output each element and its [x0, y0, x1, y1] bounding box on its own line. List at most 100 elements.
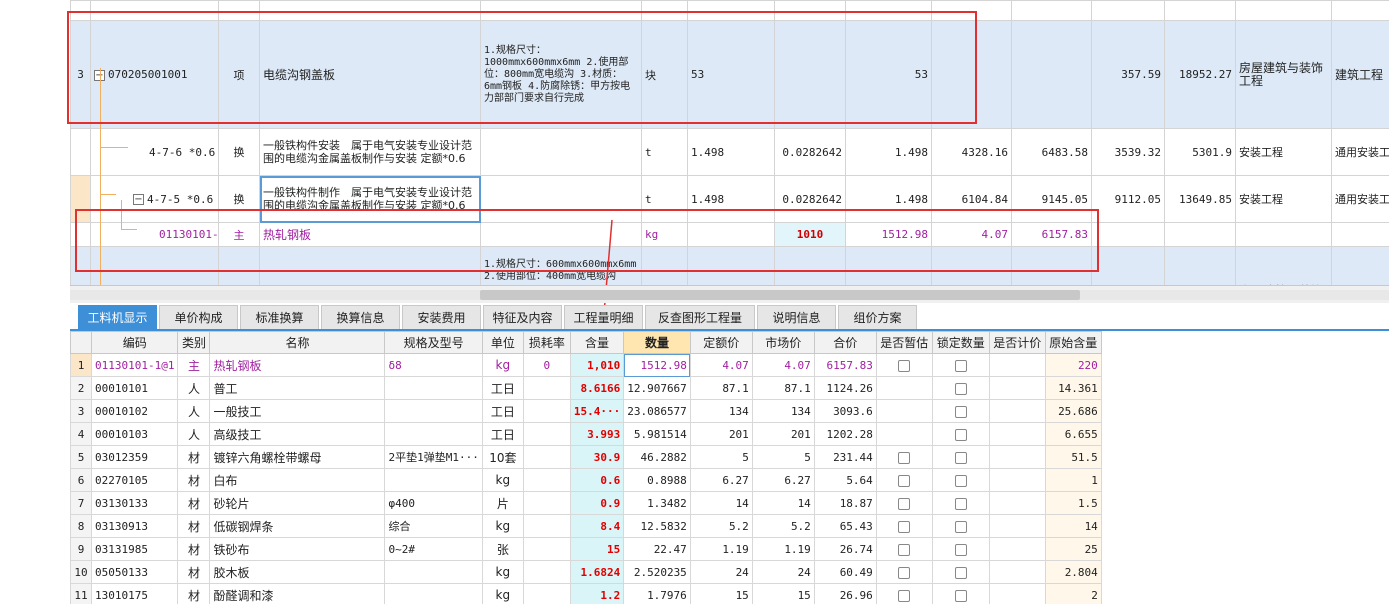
tab-labor-material[interactable]: 工料机显示	[78, 305, 157, 329]
table-row[interactable]: 1 01130101-1@1 主热轧钢板 δ8 kg 0 1,010 1512.98 4.07 4…	[70, 353, 1102, 377]
row-number[interactable]: 1	[70, 353, 92, 377]
name-cell[interactable]: 普工	[209, 376, 386, 400]
unit-cell[interactable]: kg	[481, 583, 524, 604]
base-price-cell[interactable]: 134	[689, 399, 753, 423]
lock-qty-checkbox[interactable]	[954, 405, 967, 418]
content-cell[interactable]: 15	[569, 537, 625, 561]
unit-cell[interactable]: 10套	[481, 445, 524, 469]
code-cell[interactable]: 03131985	[90, 537, 179, 561]
code-cell[interactable]: 00010103	[90, 422, 179, 446]
header-code[interactable]: 编码	[90, 331, 179, 354]
tab-pricing-plan[interactable]: 组价方案	[838, 305, 917, 329]
spec-cell[interactable]: φ400	[384, 491, 483, 515]
spec-cell[interactable]: 2平垫1弹垫M1···	[384, 445, 483, 469]
total-cell[interactable]: 65.43	[813, 514, 877, 538]
category-cell[interactable]: 主	[177, 353, 211, 377]
unit-cell[interactable]: kg	[481, 468, 524, 492]
spec-cell[interactable]	[384, 583, 483, 604]
estimate-checkbox[interactable]	[898, 543, 911, 556]
loss-rate-cell[interactable]	[522, 560, 571, 584]
table-row[interactable]: 3 −070205001001 项 电缆沟钢盖板 1.规格尺寸：1000mmx6…	[70, 20, 1389, 129]
base-price-cell[interactable]: 14	[689, 491, 753, 515]
unit-cell[interactable]: 工日	[481, 399, 524, 423]
collapse-icon[interactable]: −	[133, 194, 144, 205]
market-price-cell[interactable]: 6.27	[751, 468, 815, 492]
market-price-cell[interactable]: 5.2	[751, 514, 815, 538]
name-cell[interactable]: 一般技工	[209, 399, 386, 423]
loss-rate-cell[interactable]	[522, 583, 571, 604]
loss-rate-cell[interactable]	[522, 422, 571, 446]
unit-cell[interactable]: kg	[481, 514, 524, 538]
total-cell[interactable]: 5.64	[813, 468, 877, 492]
name-cell[interactable]: 低碳钢焊条	[209, 514, 386, 538]
name-cell[interactable]: 胶木板	[209, 560, 386, 584]
estimate-checkbox[interactable]	[898, 589, 911, 602]
header-original-content[interactable]: 原始含量	[1044, 331, 1102, 354]
unit-cell[interactable]: 工日	[481, 422, 524, 446]
content-cell[interactable]: 1.6824	[569, 560, 625, 584]
category-cell[interactable]: 材	[177, 514, 211, 538]
table-row[interactable]	[70, 0, 1389, 21]
loss-rate-cell[interactable]	[522, 445, 571, 469]
original-content-cell[interactable]: 1.5	[1044, 491, 1102, 515]
header-unit[interactable]: 单位	[481, 331, 524, 354]
tab-conversion-info[interactable]: 换算信息	[321, 305, 400, 329]
table-row[interactable]: 5 03012359 材镀锌六角螺栓带螺母 2平垫1弹垫M1··· 10套 30.9 46.…	[70, 445, 1102, 469]
table-row[interactable]: 10 05050133 材胶木板 kg 1.6824 2.520235 24 24 60.49 2…	[70, 560, 1102, 584]
original-content-cell[interactable]: 2.804	[1044, 560, 1102, 584]
row-number[interactable]: 5	[70, 445, 92, 469]
table-row[interactable]: 8 03130913 材低碳钢焊条 综合 kg 8.4 12.5832 5.2 5.2 65.43…	[70, 514, 1102, 538]
unit-cell[interactable]: 张	[481, 537, 524, 561]
header-market-price[interactable]: 市场价	[751, 331, 815, 354]
quantity-cell[interactable]: 22.47	[623, 537, 691, 561]
name-cell[interactable]: 砂轮片	[209, 491, 386, 515]
market-price-cell[interactable]: 4.07	[751, 353, 815, 377]
lock-qty-checkbox[interactable]	[954, 520, 967, 533]
content-cell[interactable]: 8.6166	[569, 376, 625, 400]
row-number[interactable]: 3	[70, 399, 92, 423]
row-number[interactable]: 9	[70, 537, 92, 561]
unit-cell[interactable]: kg	[481, 353, 524, 377]
horizontal-scrollbar[interactable]	[70, 285, 1389, 303]
table-row[interactable]: 2 00010101 人普工 工日 8.6166 12.907667 87.1 87.1 112…	[70, 376, 1102, 400]
code-cell[interactable]: 00010101	[90, 376, 179, 400]
category-cell[interactable]: 材	[177, 583, 211, 604]
base-price-cell[interactable]: 201	[689, 422, 753, 446]
spec-cell[interactable]	[384, 422, 483, 446]
category-cell[interactable]: 材	[177, 468, 211, 492]
code-cell[interactable]: 00010102	[90, 399, 179, 423]
content-cell[interactable]: 15.4···	[569, 399, 625, 423]
original-content-cell[interactable]: 6.655	[1044, 422, 1102, 446]
lock-qty-checkbox[interactable]	[954, 451, 967, 464]
category-cell[interactable]: 材	[177, 560, 211, 584]
row-number[interactable]: 7	[70, 491, 92, 515]
header-name[interactable]: 名称	[209, 331, 386, 354]
tab-standard-conversion[interactable]: 标准换算	[240, 305, 319, 329]
total-cell[interactable]: 3093.6	[813, 399, 877, 423]
market-price-cell[interactable]: 201	[751, 422, 815, 446]
content-cell[interactable]: 0.6	[569, 468, 625, 492]
code-cell[interactable]: 03130913	[90, 514, 179, 538]
quantity-cell[interactable]: 1512.98	[623, 353, 691, 377]
lock-qty-checkbox[interactable]	[954, 566, 967, 579]
total-cell[interactable]: 1202.28	[813, 422, 877, 446]
original-content-cell[interactable]: 25.686	[1044, 399, 1102, 423]
estimate-checkbox[interactable]	[898, 451, 911, 464]
table-row[interactable]: 7 03130133 材砂轮片 φ400 片 0.9 1.3482 14 14 18.87 1.5	[70, 491, 1102, 515]
total-cell[interactable]: 6157.83	[813, 353, 877, 377]
base-price-cell[interactable]: 24	[689, 560, 753, 584]
category-cell[interactable]: 人	[177, 399, 211, 423]
header-total[interactable]: 合价	[813, 331, 877, 354]
base-price-cell[interactable]: 4.07	[689, 353, 753, 377]
tab-unit-price[interactable]: 单价构成	[159, 305, 238, 329]
loss-rate-cell[interactable]	[522, 491, 571, 515]
table-row[interactable]: 11 13010175 材酚醛调和漆 kg 1.2 1.7976 15 15 26.96 2	[70, 583, 1102, 604]
quantity-cell[interactable]: 2.520235	[623, 560, 691, 584]
total-cell[interactable]: 26.96	[813, 583, 877, 604]
header-is-priced[interactable]: 是否计价	[988, 331, 1046, 354]
tab-notes[interactable]: 说明信息	[757, 305, 836, 329]
market-price-cell[interactable]: 5	[751, 445, 815, 469]
spec-cell[interactable]	[384, 468, 483, 492]
loss-rate-cell[interactable]	[522, 399, 571, 423]
table-row[interactable]: 3 00010102 人一般技工 工日 15.4··· 23.086577 134 134 30…	[70, 399, 1102, 423]
